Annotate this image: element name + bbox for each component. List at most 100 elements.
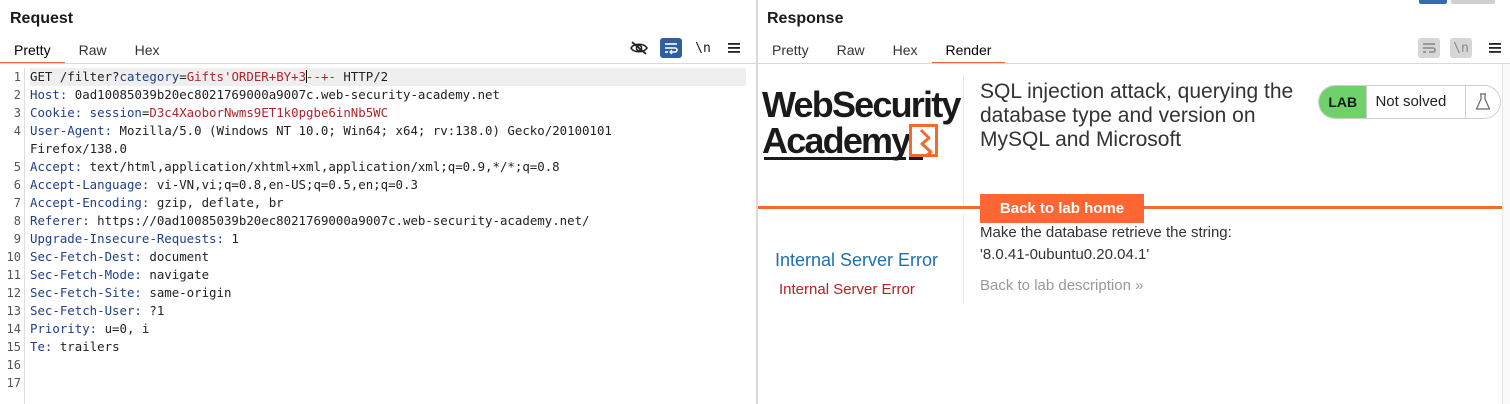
header-line[interactable]: Accept: text/html,application/xhtml+xml,… [30,158,746,176]
line-number: 13 [6,304,21,318]
header-key: User-Agent: [30,123,113,138]
lab-badge: LAB [1319,86,1367,118]
back-to-lab-home-button[interactable]: Back to lab home [980,194,1144,223]
line-number: 17 [6,376,21,390]
request-line[interactable]: GET /filter?category=Gifts'ORDER+BY+3--+… [30,68,746,86]
line-number: 15 [6,340,21,354]
line-number: 12 [6,286,21,300]
tab-pretty[interactable]: Pretty [0,38,65,64]
lab-title: SQL injection attack, querying the datab… [980,80,1294,151]
header-line-wrapped[interactable]: Firefox/138.0 [30,140,746,158]
header-value: vi-VN,vi;q=0.8,en-US;q=0.5,en;q=0.3 [149,177,418,192]
header-value: gzip, deflate, br [149,195,284,210]
line-number: 8 [13,214,21,228]
line-number: 2 [13,88,21,102]
header-value: Mozilla/5.0 (Windows NT 10.0; Win64; x64… [112,123,612,138]
request-code[interactable]: GET /filter?category=Gifts'ORDER+BY+3--+… [30,68,746,392]
header-key: Accept-Encoding: [30,195,150,210]
line-number: 11 [6,268,21,282]
newline-toggle[interactable]: \n [1450,38,1472,58]
rendered-page: WebSecurity Academy SQL injection attack… [758,64,1510,404]
header-key: Sec-Fetch-User: [30,303,142,318]
header-key: Priority: [30,321,98,336]
header-line[interactable]: Priority: u=0, i [30,320,746,338]
header-value: same-origin [141,285,232,300]
header-line[interactable]: User-Agent: Mozilla/5.0 (Windows NT 10.0… [30,122,746,140]
response-tabs: Pretty Raw Hex Render [758,38,1006,64]
tab-pretty[interactable]: Pretty [758,38,823,64]
header-value: https://0ad10085039b20ec8021769000a9007c… [89,213,590,228]
line-number: 3 [13,106,21,120]
header-line[interactable]: Sec-Fetch-User: ?1 [30,302,746,320]
target-string: '8.0.41-0ubuntu0.20.04.1' [980,246,1150,263]
line-number: 10 [6,250,21,264]
response-panel: Response Pretty Raw Hex Render \n WebSec… [758,0,1510,404]
tab-hex[interactable]: Hex [121,38,174,64]
lab-status-widget: LAB Not solved [1318,85,1501,119]
query-comment: --+- [306,69,336,84]
tab-render[interactable]: Render [931,38,1006,64]
header-value: 0ad10085039b20ec8021769000a9007c.web-sec… [67,87,500,102]
content-separator [963,214,964,304]
header-separator [963,76,964,206]
top-scroll-indicator[interactable] [1419,0,1509,4]
header-line[interactable]: Accept-Encoding: gzip, deflate, br [30,194,746,212]
empty-line[interactable] [30,356,746,374]
empty-line[interactable] [30,374,746,392]
query-value: Gifts'ORDER+BY+3 [186,69,307,84]
header-line[interactable]: Referer: https://0ad10085039b20ec8021769… [30,212,746,230]
header-value: 1 [223,231,239,246]
hamburger-menu-icon[interactable] [723,38,745,58]
web-security-academy-logo[interactable]: WebSecurity Academy [762,84,962,164]
newline-toggle[interactable]: \n [692,38,714,58]
header-key: Accept: [30,159,83,174]
wrap-lines-icon[interactable] [660,38,682,58]
header-value: trailers [52,339,120,354]
header-line[interactable]: Cookie: session=D3c4XaoborNwms9ET1k0pgbe… [30,104,746,122]
header-key: Sec-Fetch-Site: [30,285,142,300]
line-number: 16 [6,358,21,372]
header-line[interactable]: Sec-Fetch-Dest: document [30,248,746,266]
header-value: navigate [141,267,210,282]
header-key: Host: [30,87,68,102]
tab-raw[interactable]: Raw [65,38,121,64]
line-number: 9 [13,232,21,246]
eye-off-icon[interactable] [628,38,650,58]
tab-raw[interactable]: Raw [823,38,879,64]
request-panel: Request Pretty Raw Hex \n 1 2 3 4 5 6 7 … [0,0,756,404]
header-key: Accept-Language: [30,177,150,192]
header-value: document [141,249,210,264]
header-key: Referer: [30,213,90,228]
header-value: Firefox/138.0 [30,141,127,156]
vertical-scrollbar[interactable] [1502,64,1510,404]
hamburger-menu-icon[interactable] [1484,38,1506,58]
header-value: text/html,application/xhtml+xml,applicat… [82,159,560,174]
query-eq: = [179,69,187,84]
header-line[interactable]: Sec-Fetch-Site: same-origin [30,284,746,302]
line-number-gutter: 1 2 3 4 5 6 7 8 9 10 11 12 13 14 15 16 1… [0,68,25,404]
request-tabs: Pretty Raw Hex [0,38,174,64]
error-text: Internal Server Error [779,281,915,298]
header-value: u=0, i [97,321,150,336]
line-number: 7 [13,196,21,210]
header-line[interactable]: Accept-Language: vi-VN,vi;q=0.8,en-US;q=… [30,176,746,194]
back-to-lab-description-link[interactable]: Back to lab description » [980,277,1143,294]
tabs-divider [0,63,756,64]
response-title: Response [767,10,844,27]
header-key: Sec-Fetch-Mode: [30,267,142,282]
flask-icon [1465,86,1500,118]
request-editor[interactable]: 1 2 3 4 5 6 7 8 9 10 11 12 13 14 15 16 1… [0,68,756,404]
header-line[interactable]: Host: 0ad10085039b20ec8021769000a9007c.w… [30,86,746,104]
request-title: Request [10,10,74,27]
header-line[interactable]: Sec-Fetch-Mode: navigate [30,266,746,284]
instruction-text: Make the database retrieve the string: [980,224,1232,241]
wrap-lines-icon[interactable] [1418,38,1440,58]
tab-hex[interactable]: Hex [879,38,932,64]
line-number: 4 [13,124,21,138]
request-method: GET /filter? [30,69,120,84]
header-line[interactable]: Upgrade-Insecure-Requests: 1 [30,230,746,248]
academy-mark-icon [909,124,938,160]
query-param: category [119,69,180,84]
logo-underline [764,157,906,160]
header-line[interactable]: Te: trailers [30,338,746,356]
